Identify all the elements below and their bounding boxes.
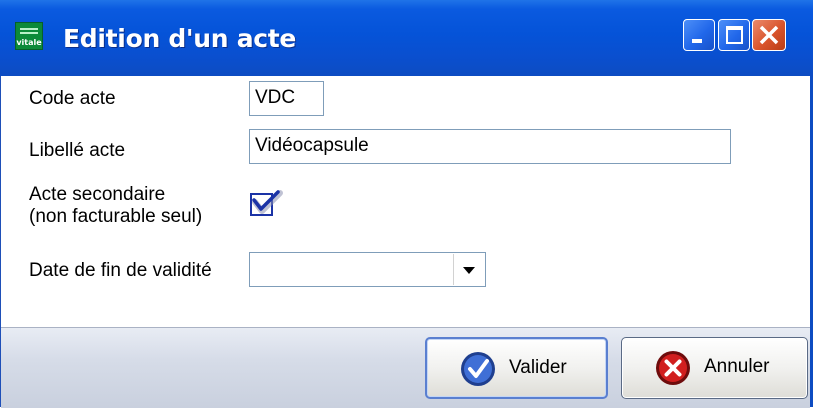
app-icon-label: vitale — [16, 38, 42, 47]
cancel-circle-icon — [656, 351, 690, 385]
checkmark-icon — [252, 190, 283, 214]
maximize-button[interactable] — [718, 19, 750, 51]
libelle-acte-field[interactable]: Vidéocapsule — [249, 129, 731, 164]
title-bar[interactable]: vitale Edition d'un acte — [0, 0, 813, 76]
acte-secondaire-sublabel: (non facturable seul) — [29, 206, 203, 227]
valider-label: Valider — [509, 357, 567, 378]
code-acte-field[interactable]: VDC — [249, 81, 324, 116]
date-fin-validite-label: Date de fin de validité — [29, 260, 212, 281]
valider-button[interactable]: Valider — [425, 337, 608, 399]
combo-dropdown-button[interactable] — [453, 254, 484, 285]
close-button[interactable] — [752, 19, 786, 51]
annuler-label: Annuler — [704, 356, 770, 377]
window-title: Edition d'un acte — [63, 24, 297, 53]
maximize-icon — [726, 26, 743, 44]
code-acte-label: Code acte — [29, 88, 116, 109]
check-circle-icon — [461, 352, 495, 386]
close-icon — [759, 25, 779, 45]
annuler-button[interactable]: Annuler — [621, 337, 808, 399]
minimize-icon — [692, 39, 702, 43]
minimize-button[interactable] — [683, 19, 715, 51]
acte-secondaire-label: Acte secondaire — [29, 184, 166, 205]
libelle-acte-label: Libellé acte — [29, 140, 126, 161]
date-fin-validite-combo[interactable] — [249, 252, 486, 287]
chevron-down-icon — [463, 267, 475, 274]
vitale-app-icon[interactable]: vitale — [15, 22, 43, 50]
